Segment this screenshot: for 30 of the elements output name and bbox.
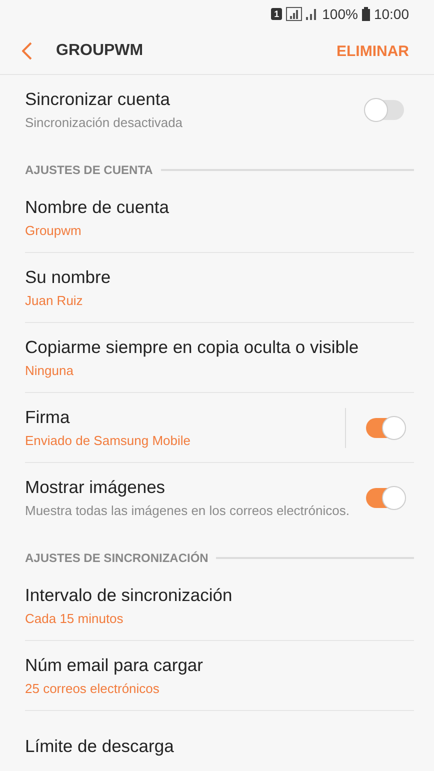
back-button[interactable] — [22, 42, 32, 60]
setting-title[interactable]: Límite de descarga — [25, 736, 414, 756]
setting-title[interactable]: Sincronizar cuenta — [25, 89, 366, 110]
setting-title[interactable]: Firma — [25, 406, 335, 428]
setting-summary: Sincronización desactivada — [25, 114, 184, 131]
setting-summary: Ninguna — [25, 362, 74, 378]
section-heading: AJUSTES DE CUENTA — [25, 163, 153, 177]
page-title: GROUPWM — [56, 42, 144, 60]
toggle-switch[interactable] — [366, 488, 404, 508]
setting-title[interactable]: Mostrar imágenes — [25, 477, 366, 498]
setting-title[interactable]: Copiarme siempre en copia oculta o visible — [25, 336, 414, 358]
sim-indicator: 1 — [271, 8, 282, 20]
battery-percentage: 100% — [322, 6, 358, 22]
setting-title[interactable]: Núm email para cargar — [25, 654, 414, 676]
setting-summary: Juan Ruiz — [25, 292, 84, 308]
setting-summary: Enviado de Samsung Mobile — [25, 432, 192, 448]
setting-title[interactable]: Intervalo de sincronización — [25, 584, 414, 606]
battery-icon — [362, 7, 370, 21]
toggle-switch[interactable] — [366, 418, 404, 438]
setting-title[interactable]: Nombre de cuenta — [25, 196, 414, 218]
toggle-switch[interactable] — [366, 100, 404, 120]
setting-summary: 25 correos electrónicos — [25, 680, 160, 696]
signal-icon — [306, 8, 318, 20]
clock: 10:00 — [374, 6, 409, 22]
setting-summary: Groupwm — [25, 222, 82, 238]
signal-icon — [286, 7, 302, 21]
section-heading: AJUSTES DE SINCRONIZACIÓN — [25, 551, 208, 565]
setting-title[interactable]: Su nombre — [25, 266, 414, 288]
setting-summary: Muestra todas las imágenes en los correos electrónicos. — [25, 502, 350, 519]
setting-summary: Cada 15 minutos — [25, 610, 124, 626]
